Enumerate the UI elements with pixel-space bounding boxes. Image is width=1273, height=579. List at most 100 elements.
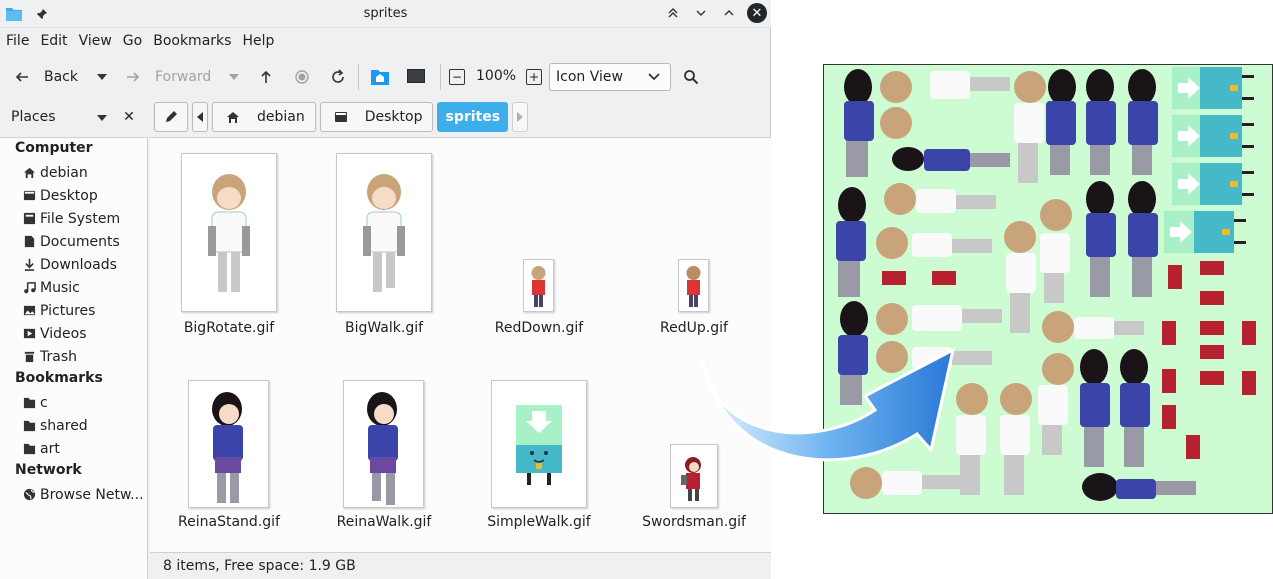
box-robot-sprite-icon <box>516 405 562 485</box>
title-bar: sprites ✕ <box>0 0 771 28</box>
close-window-icon[interactable]: ✕ <box>747 3 767 23</box>
file-thumbnail[interactable] <box>188 380 269 508</box>
sidebar-item-documents[interactable]: Documents <box>0 230 147 253</box>
file-name[interactable]: BigRotate.gif <box>154 320 304 336</box>
breadcrumb-desktop[interactable]: Desktop <box>319 102 434 132</box>
sidebar-item-c[interactable]: c <box>0 391 147 414</box>
sidebar-item-label: Music <box>40 279 80 296</box>
menu-help[interactable]: Help <box>242 33 274 49</box>
toolbar: Back Forward − 100% + Icon View <box>0 58 771 96</box>
forward-arrow-icon <box>123 67 143 87</box>
zoom-out-button[interactable]: − <box>449 69 465 85</box>
sidebar-item-label: shared <box>40 417 88 434</box>
zoom-in-button[interactable]: + <box>526 69 542 85</box>
red-kid-back-sprite-icon <box>686 266 701 307</box>
forward-history-dropdown-icon[interactable] <box>224 67 244 87</box>
file-name[interactable]: SimpleWalk.gif <box>464 514 614 530</box>
folder-icon <box>22 396 36 410</box>
breadcrumb-label: Desktop <box>364 109 423 125</box>
menu-go[interactable]: Go <box>123 33 142 49</box>
menu-file[interactable]: File <box>6 33 29 49</box>
file-name[interactable]: BigWalk.gif <box>309 320 459 336</box>
file-thumbnail[interactable] <box>491 380 587 508</box>
breadcrumb-debian[interactable]: debian <box>212 102 316 132</box>
sidebar-item-downloads[interactable]: Downloads <box>0 253 147 276</box>
path-scroll-right-button[interactable] <box>512 102 529 132</box>
places-panel-header: Places ✕ <box>0 100 148 134</box>
file-name[interactable]: Swordsman.gif <box>619 514 769 530</box>
back-label: Back <box>44 69 78 85</box>
view-mode-select[interactable]: Icon View <box>549 63 671 91</box>
file-thumbnail[interactable] <box>678 259 709 312</box>
status-bar: 8 items, Free space: 1.9 GB <box>150 552 771 579</box>
file-thumbnail[interactable] <box>523 259 554 312</box>
picture-icon <box>22 304 36 318</box>
up-arrow-icon[interactable] <box>256 67 276 87</box>
search-icon[interactable] <box>681 67 701 87</box>
sidebar-item-label: Desktop <box>40 187 98 204</box>
minimize-icon[interactable] <box>691 3 711 23</box>
file-thumbnail[interactable] <box>336 153 432 312</box>
chevron-right-icon <box>517 112 524 122</box>
boy-walk-sprite-icon <box>363 174 405 292</box>
sidebar-item-debian[interactable]: debian <box>0 161 147 184</box>
reload-icon[interactable] <box>328 67 348 87</box>
file-name[interactable]: RedDown.gif <box>464 320 614 336</box>
menu-edit[interactable]: Edit <box>40 33 67 49</box>
file-name[interactable]: ReinaWalk.gif <box>309 514 459 530</box>
back-history-dropdown-icon[interactable] <box>92 67 112 87</box>
curved-arrow-icon <box>701 347 956 462</box>
menu-bookmarks[interactable]: Bookmarks <box>153 33 231 49</box>
music-icon <box>22 281 36 295</box>
sidebar-item-label: Videos <box>40 325 87 342</box>
breadcrumb-label: sprites <box>445 109 501 125</box>
boy-sprite-icon <box>208 174 250 292</box>
places-label: Places <box>11 109 56 125</box>
sidebar-item-music[interactable]: Music <box>0 276 147 299</box>
folder-icon <box>22 442 36 456</box>
back-button[interactable]: Back <box>12 62 78 92</box>
forward-button[interactable]: Forward <box>123 62 211 92</box>
folder-icon <box>22 419 36 433</box>
sidebar-item-art[interactable]: art <box>0 437 147 460</box>
sidebar-item-label: Downloads <box>40 256 117 273</box>
download-icon <box>22 258 36 272</box>
stop-icon[interactable] <box>292 67 312 87</box>
places-dropdown-icon[interactable] <box>92 108 112 128</box>
maximize-icon[interactable] <box>719 3 739 23</box>
trash-icon <box>22 350 36 364</box>
keep-above-icon[interactable] <box>663 3 683 23</box>
drive-icon <box>22 212 36 226</box>
back-arrow-icon <box>12 67 32 87</box>
red-kid-sprite-icon <box>531 266 546 307</box>
sidebar-item-videos[interactable]: Videos <box>0 322 147 345</box>
file-thumbnail[interactable] <box>343 380 424 508</box>
terminal-icon[interactable] <box>406 67 426 87</box>
desktop-icon <box>331 107 351 127</box>
menu-view[interactable]: View <box>79 33 112 49</box>
file-name[interactable]: ReinaStand.gif <box>154 514 304 530</box>
sidebar-item-shared[interactable]: shared <box>0 414 147 437</box>
sidebar-item-file-system[interactable]: File System <box>0 207 147 230</box>
home-icon <box>223 107 243 127</box>
toolbar-separator <box>358 64 359 90</box>
section-network: Network <box>15 462 82 478</box>
sidebar-item-trash[interactable]: Trash <box>0 345 147 368</box>
sidebar-item-label: art <box>40 440 60 457</box>
sidebar-item-pictures[interactable]: Pictures <box>0 299 147 322</box>
window-title: sprites <box>363 6 408 21</box>
file-thumbnail[interactable] <box>181 153 277 312</box>
edit-location-button[interactable] <box>154 102 188 132</box>
girl-walk-sprite-icon <box>367 392 398 505</box>
sidebar-item-browse-network[interactable]: Browse Netw... <box>0 483 147 506</box>
file-manager-window: sprites ✕ File Edit View Go Bookmarks He… <box>0 0 771 579</box>
video-icon <box>22 327 36 341</box>
chevron-down-icon <box>644 67 664 87</box>
sidebar-item-label: Browse Netw... <box>40 486 144 503</box>
home-icon <box>22 166 36 180</box>
sidebar-item-desktop[interactable]: Desktop <box>0 184 147 207</box>
breadcrumb-sprites[interactable]: sprites <box>437 102 509 132</box>
home-folder-icon[interactable] <box>370 67 390 87</box>
path-scroll-left-button[interactable] <box>192 102 208 132</box>
close-panel-icon[interactable]: ✕ <box>119 107 139 127</box>
